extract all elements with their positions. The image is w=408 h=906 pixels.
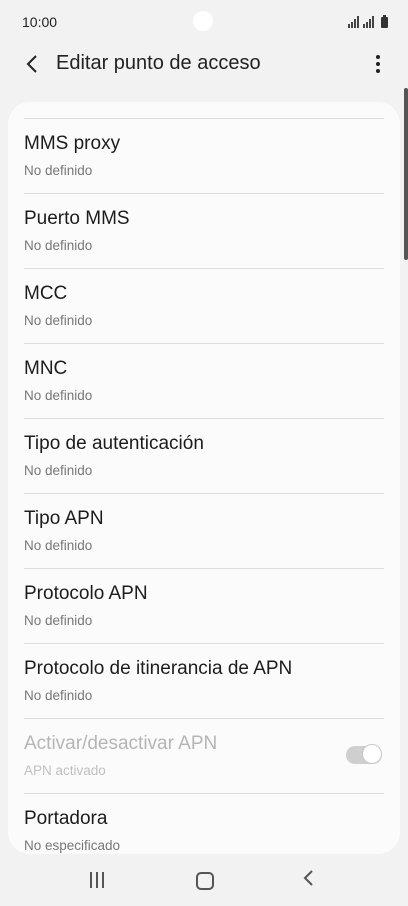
setting-label: Portadora: [24, 808, 108, 829]
setting-label: MMS proxy: [24, 133, 121, 154]
setting-label: Activar/desactivar APN: [24, 733, 218, 754]
setting-value: No definido: [24, 538, 93, 553]
setting-puerto-mms[interactable]: Puerto MMS No definido: [24, 193, 384, 268]
setting-activar-apn: Activar/desactivar APN APN activado: [24, 718, 384, 793]
setting-mms-proxy[interactable]: MMS proxy No definido: [24, 118, 384, 193]
app-bar: Editar punto de acceso: [0, 44, 408, 84]
more-options-button[interactable]: [368, 52, 388, 76]
setting-label: Tipo de autenticación: [24, 433, 204, 454]
setting-value: APN activado: [24, 763, 106, 778]
setting-label: MCC: [24, 283, 68, 304]
setting-value: No definido: [24, 388, 93, 403]
more-vertical-icon: [376, 55, 380, 59]
setting-tipo-apn[interactable]: Tipo APN No definido: [24, 493, 384, 568]
signal-icon: [363, 16, 374, 28]
setting-label: Tipo APN: [24, 508, 104, 529]
setting-portadora[interactable]: Portadora No especificado: [24, 793, 384, 854]
toggle-knob: [362, 744, 382, 764]
setting-value: No definido: [24, 313, 93, 328]
settings-list: MMS proxy No definido Puerto MMS No defi…: [8, 118, 400, 854]
setting-label: Protocolo de itinerancia de APN: [24, 658, 293, 679]
setting-value: No definido: [24, 163, 93, 178]
setting-protocolo-apn[interactable]: Protocolo APN No definido: [24, 568, 384, 643]
recents-icon[interactable]: [90, 872, 106, 888]
status-time: 10:00: [22, 14, 58, 30]
setting-value: No definido: [24, 238, 93, 253]
page-title: Editar punto de acceso: [56, 52, 261, 74]
signal-icon: [348, 16, 359, 28]
apn-toggle: [346, 744, 382, 764]
setting-value: No definido: [24, 463, 93, 478]
chevron-left-icon: [26, 55, 37, 73]
setting-mcc[interactable]: MCC No definido: [24, 268, 384, 343]
battery-icon: [381, 15, 388, 28]
back-button[interactable]: [18, 50, 46, 78]
scrollbar[interactable]: [404, 88, 408, 260]
setting-label: Protocolo APN: [24, 583, 148, 604]
setting-protocolo-itinerancia[interactable]: Protocolo de itinerancia de APN No defin…: [24, 643, 384, 718]
status-icons: [348, 14, 388, 28]
setting-value: No definido: [24, 613, 93, 628]
front-camera: [193, 11, 213, 31]
back-icon[interactable]: [302, 868, 314, 892]
status-bar: 10:00: [0, 0, 408, 44]
setting-label: MNC: [24, 358, 68, 379]
setting-label: Puerto MMS: [24, 208, 130, 229]
setting-mnc[interactable]: MNC No definido: [24, 343, 384, 418]
setting-value: No especificado: [24, 838, 121, 853]
setting-value: No definido: [24, 688, 93, 703]
navigation-bar: [0, 856, 408, 906]
settings-card: MMS proxy No definido Puerto MMS No defi…: [8, 102, 400, 854]
setting-tipo-autenticacion[interactable]: Tipo de autenticación No definido: [24, 418, 384, 493]
home-icon[interactable]: [196, 872, 214, 890]
